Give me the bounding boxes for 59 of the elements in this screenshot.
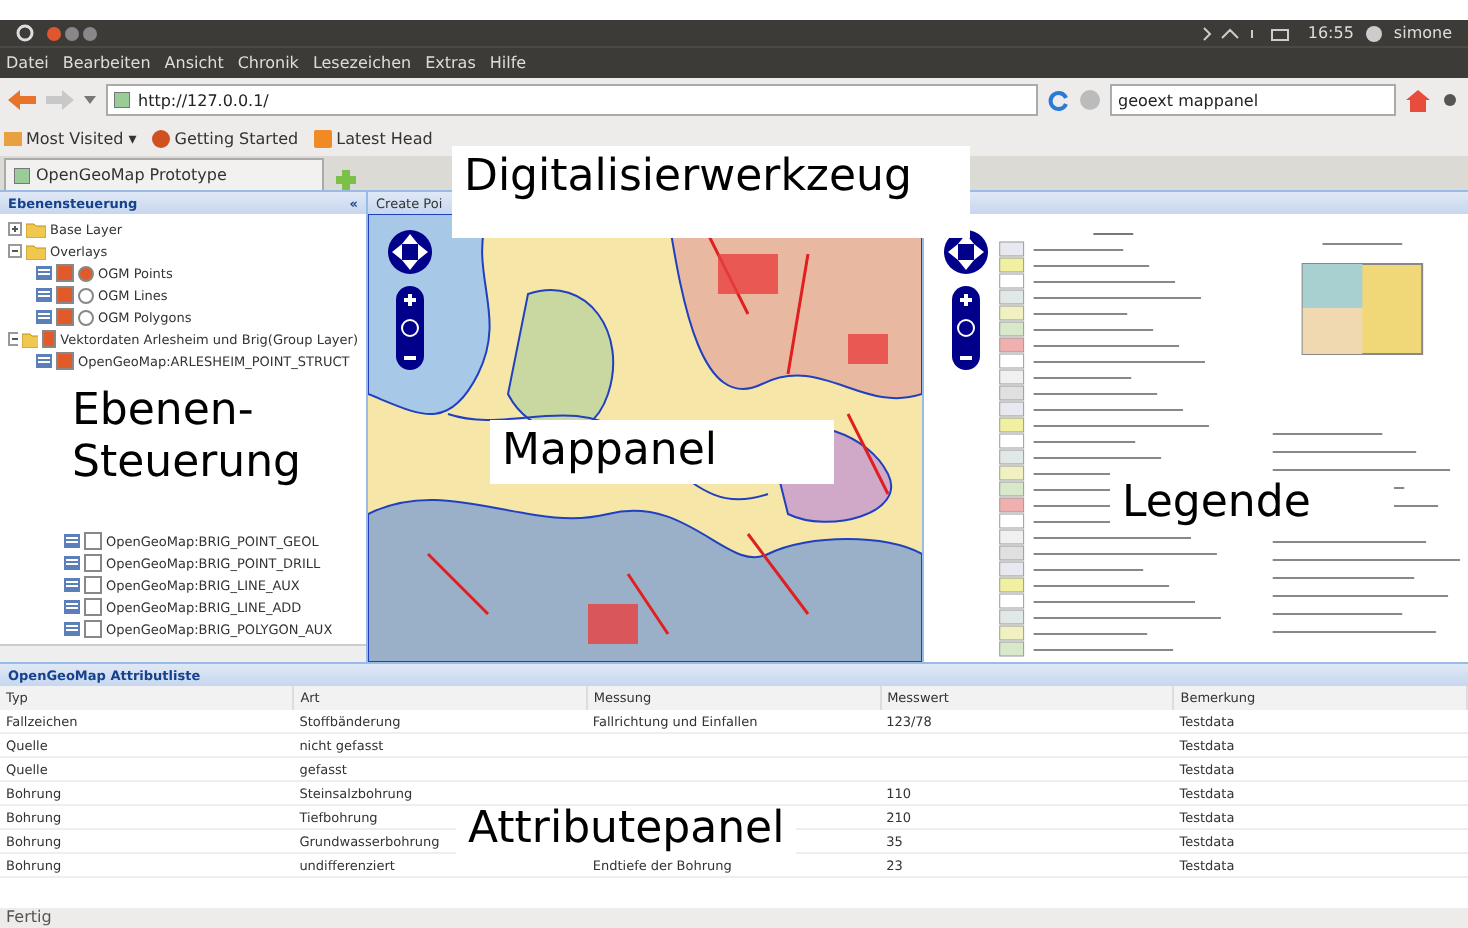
- layer-radio[interactable]: [78, 265, 94, 281]
- clock-time[interactable]: 16:55: [1307, 24, 1354, 42]
- layer-checkbox[interactable]: [56, 352, 74, 370]
- status-bar: Fertig: [0, 908, 1468, 928]
- menu-item[interactable]: Hilfe: [489, 54, 527, 72]
- url-field[interactable]: http://127.0.0.1/: [106, 84, 1038, 116]
- annotation-label: Mappanel: [490, 420, 834, 485]
- ubuntu-logo-icon[interactable]: [16, 24, 34, 42]
- layer-checkbox[interactable]: [84, 576, 102, 594]
- page-icon: [14, 167, 30, 183]
- layer-properties-icon[interactable]: [36, 266, 52, 280]
- layer-checkbox[interactable]: [84, 554, 102, 572]
- search-field[interactable]: geoext mappanel: [1110, 84, 1396, 116]
- layer-properties-icon[interactable]: [36, 310, 52, 324]
- layer-checkbox[interactable]: [84, 532, 102, 550]
- bookmark[interactable]: Latest Head: [314, 130, 433, 148]
- layer-checkbox[interactable]: [84, 620, 102, 638]
- annotation-label: Digitalisierwerkzeug: [452, 146, 970, 238]
- layer-radio[interactable]: [78, 287, 94, 303]
- layer-properties-icon[interactable]: [36, 354, 52, 368]
- folder-icon: [22, 331, 38, 347]
- layer-checkbox[interactable]: [56, 308, 74, 326]
- collapse-toggle-icon[interactable]: [8, 244, 22, 258]
- menu-item[interactable]: Extras: [425, 54, 476, 72]
- layer-properties-icon[interactable]: [64, 556, 80, 570]
- layer-checkbox[interactable]: [84, 598, 102, 616]
- layer-checkbox[interactable]: [41, 330, 57, 348]
- layer-properties-icon[interactable]: [64, 600, 80, 614]
- collapse-toggle-icon[interactable]: [8, 332, 19, 346]
- menu-item[interactable]: Ansicht: [164, 54, 224, 72]
- folder-icon: [4, 130, 22, 148]
- layer-properties-icon[interactable]: [64, 578, 80, 592]
- browser-tab[interactable]: OpenGeoMap Prototype: [4, 158, 324, 190]
- layer-properties-icon[interactable]: [64, 622, 80, 636]
- pan-zoom-control-icon[interactable]: [940, 226, 992, 374]
- dropdown-caret-icon[interactable]: [84, 96, 96, 104]
- back-arrow-icon[interactable]: [8, 90, 36, 110]
- window-controls-icon[interactable]: [46, 25, 102, 41]
- layer-properties-icon[interactable]: [36, 288, 52, 302]
- layer-checkbox[interactable]: [56, 286, 74, 304]
- annotation-label: Attributepanel: [456, 806, 797, 854]
- pan-zoom-control-icon[interactable]: [384, 226, 436, 374]
- user-name[interactable]: simone: [1393, 24, 1452, 42]
- menu-item[interactable]: Lesezeichen: [312, 54, 412, 72]
- layer-radio[interactable]: [78, 309, 94, 325]
- expand-toggle-icon[interactable]: [8, 222, 22, 236]
- bookmark[interactable]: Most Visited ▾: [4, 130, 137, 148]
- home-icon[interactable]: [1406, 89, 1430, 111]
- menu-item[interactable]: Bearbeiten: [62, 54, 151, 72]
- user-icon: [1365, 25, 1382, 41]
- rss-icon: [314, 130, 333, 148]
- page-icon: [114, 92, 130, 108]
- layer-properties-icon[interactable]: [64, 534, 80, 548]
- menu-item[interactable]: Chronik: [237, 54, 299, 72]
- layer-checkbox[interactable]: [56, 264, 74, 282]
- horizontal-scrollbar[interactable]: [0, 644, 366, 662]
- bookmark[interactable]: Getting Started: [152, 130, 299, 148]
- menu-item[interactable]: Datei: [6, 54, 49, 72]
- reload-icon[interactable]: [1048, 89, 1070, 111]
